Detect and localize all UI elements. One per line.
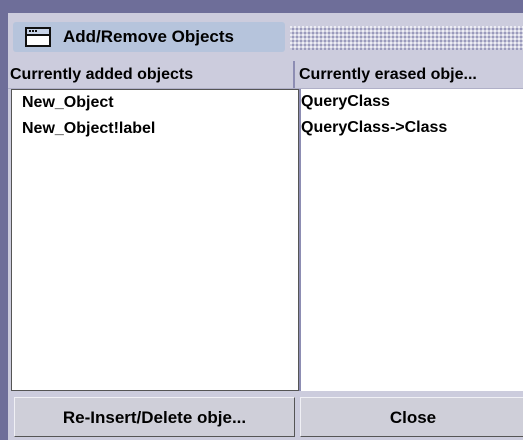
- add-remove-objects-dialog: Add/Remove Objects Currently added objec…: [8, 13, 523, 440]
- erased-objects-header[interactable]: Currently erased obje...: [297, 61, 523, 88]
- list-item[interactable]: New_Object!label: [12, 116, 298, 142]
- title-bar[interactable]: Add/Remove Objects: [8, 13, 523, 61]
- list-item[interactable]: QueryClass->Class: [301, 115, 523, 141]
- button-bar: Re-Insert/Delete obje... Close: [8, 391, 523, 440]
- close-button[interactable]: Close: [300, 397, 523, 437]
- added-objects-list[interactable]: New_Object New_Object!label: [11, 89, 299, 391]
- window-title: Add/Remove Objects: [63, 27, 234, 46]
- added-objects-header[interactable]: Currently added objects: [8, 61, 295, 88]
- reinsert-delete-button[interactable]: Re-Insert/Delete obje...: [14, 397, 295, 437]
- list-item[interactable]: New_Object: [12, 90, 298, 116]
- title-bar-drag-area[interactable]: [290, 26, 523, 50]
- list-item[interactable]: QueryClass: [301, 89, 523, 115]
- column-headers: Currently added objects Currently erased…: [8, 61, 523, 89]
- window-icon[interactable]: [25, 27, 51, 47]
- erased-objects-list[interactable]: QueryClass QueryClass->Class: [301, 89, 523, 391]
